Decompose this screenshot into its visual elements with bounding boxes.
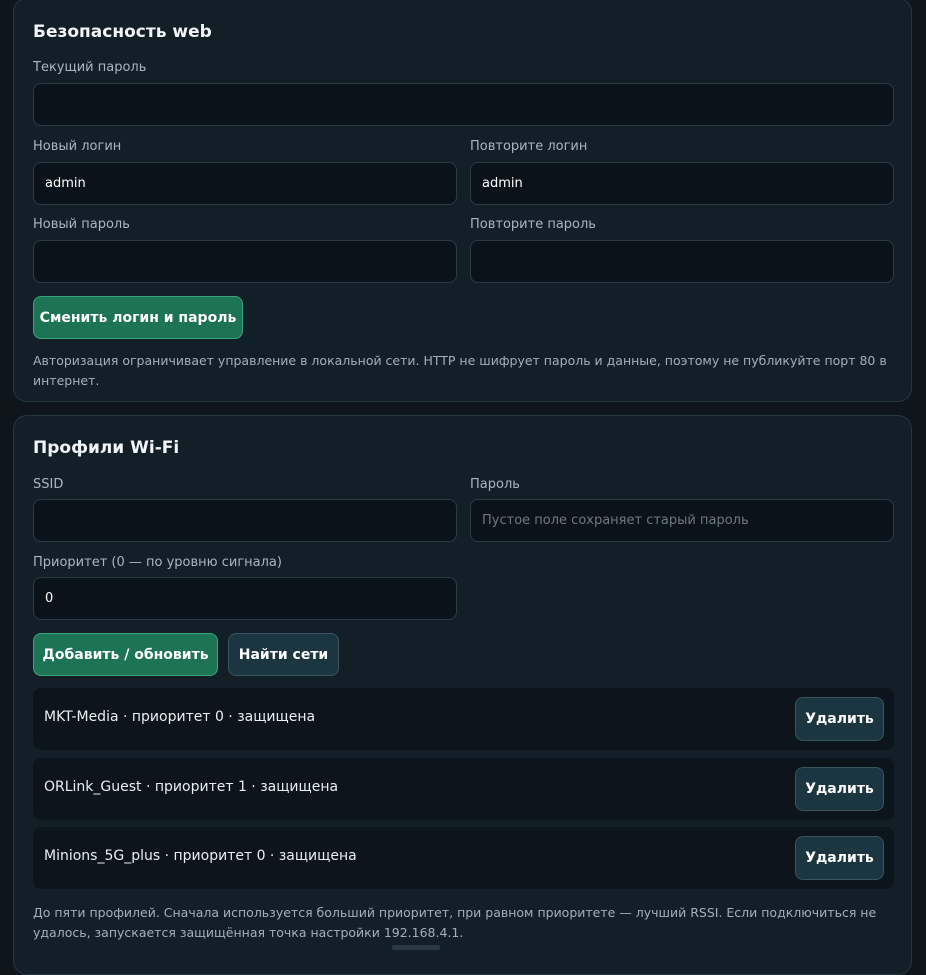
web-security-card: Безопасность web Текущий пароль Новый ло… (13, 0, 912, 402)
web-security-title: Безопасность web (33, 22, 212, 42)
change-credentials-button[interactable]: Сменить логин и пароль (33, 296, 243, 339)
priority-label: Приоритет (0 — по уровню сигнала) (33, 555, 282, 570)
new-login-label: Новый логин (33, 139, 122, 154)
delete-profile-button[interactable]: Удалить (795, 697, 884, 741)
security-hint: Авторизация ограничивает управление в ло… (33, 353, 887, 388)
current-password-input[interactable] (33, 83, 894, 126)
wifi-profile-text: Minions_5G_plus · приоритет 0 · защищена (44, 848, 357, 864)
wifi-password-input[interactable] (470, 499, 894, 542)
scrollbar-thumb[interactable] (392, 945, 440, 950)
wifi-profiles-card: Профили Wi-Fi SSID Пароль Приоритет (0 —… (13, 415, 912, 975)
new-login-input[interactable] (33, 162, 457, 205)
wifi-profile-row: Minions_5G_plus · приоритет 0 · защищена… (33, 827, 894, 889)
wifi-profiles-hint: До пяти профилей. Сначала используется б… (33, 905, 877, 940)
ssid-input[interactable] (33, 499, 457, 542)
add-update-button[interactable]: Добавить / обновить (33, 633, 218, 676)
repeat-login-input[interactable] (470, 162, 894, 205)
scan-networks-button[interactable]: Найти сети (228, 633, 339, 676)
new-password-input[interactable] (33, 240, 457, 283)
new-password-label: Новый пароль (33, 217, 130, 232)
wifi-password-label: Пароль (470, 477, 520, 492)
wifi-profile-text: MKT-Media · приоритет 0 · защищена (44, 709, 316, 725)
wifi-profile-row: MKT-Media · приоритет 0 · защищена Удали… (33, 688, 894, 750)
priority-input[interactable] (33, 577, 457, 620)
ssid-label: SSID (33, 477, 64, 492)
wifi-profile-row: ORLink_Guest · приоритет 1 · защищена Уд… (33, 758, 894, 820)
wifi-profile-text: ORLink_Guest · приоритет 1 · защищена (44, 779, 339, 795)
current-password-label: Текущий пароль (33, 60, 147, 75)
wifi-profiles-title: Профили Wi-Fi (33, 438, 180, 458)
delete-profile-button[interactable]: Удалить (795, 767, 884, 811)
delete-profile-button[interactable]: Удалить (795, 836, 884, 880)
repeat-password-label: Повторите пароль (470, 217, 596, 232)
repeat-login-label: Повторите логин (470, 139, 588, 154)
repeat-password-input[interactable] (470, 240, 894, 283)
